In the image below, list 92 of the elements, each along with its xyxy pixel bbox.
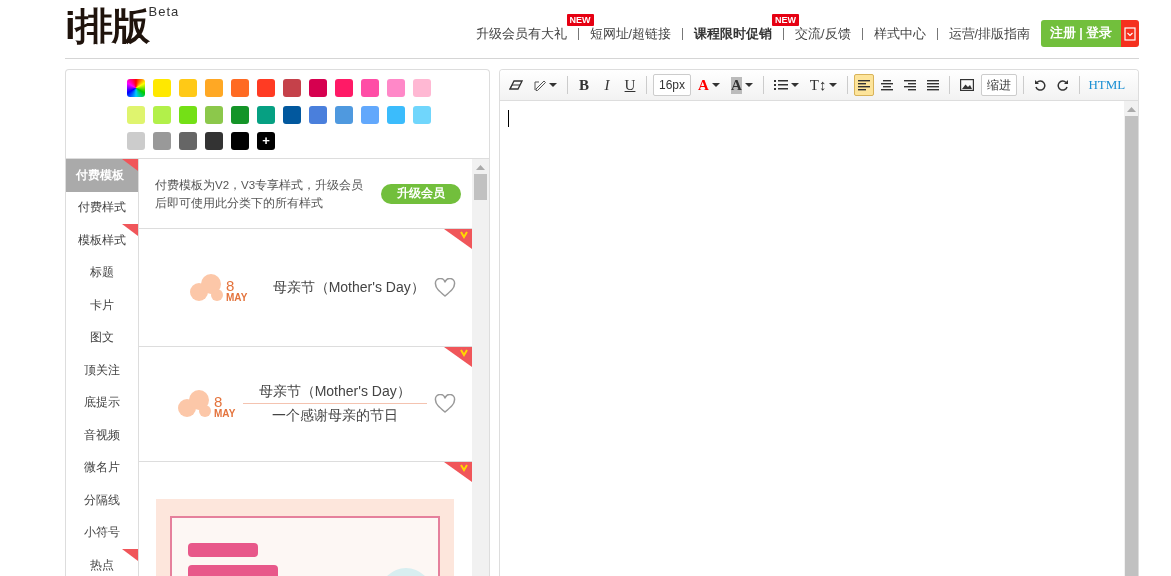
color-swatch[interactable] [127,132,145,151]
italic-button[interactable]: I [597,74,617,96]
nav-link[interactable]: 短网址/超链接 [589,27,672,40]
color-swatch[interactable] [283,79,301,97]
color-swatch[interactable] [361,105,379,124]
category-tab[interactable]: 顶关注 [66,354,138,387]
hot-corner-icon [122,159,138,171]
color-swatch[interactable] [413,79,431,97]
category-tab[interactable]: 热点 [66,549,138,576]
indent-button[interactable]: 缩进 [981,74,1018,96]
color-swatch[interactable] [387,79,405,97]
color-swatch[interactable] [309,79,327,97]
vip-corner-icon [444,347,472,367]
nav-link[interactable]: 运营/排版指南 [948,27,1030,40]
category-tab[interactable]: 图文 [66,321,138,354]
date-month: MAY [214,409,236,419]
color-swatch[interactable] [231,105,249,124]
color-swatch[interactable] [413,105,431,124]
color-swatch[interactable] [179,105,197,124]
color-swatch[interactable] [231,132,249,151]
pen-icon [534,79,546,91]
color-swatch[interactable] [205,105,223,124]
align-justify-icon [927,79,940,91]
category-tab[interactable]: 付费样式 [66,191,138,224]
color-swatch[interactable] [205,79,223,97]
underline-button[interactable]: U [620,74,640,96]
scroll-up-icon[interactable] [1126,107,1136,112]
scrollbar-thumb[interactable] [1124,116,1138,576]
nav-link[interactable]: 交流/反馈 [795,27,851,40]
list-icon [773,79,788,91]
color-swatch[interactable] [309,105,327,124]
notice-text: 付费模板为V2，V3专享样式，升级会员后即可使用此分类下的所有样式 [155,177,365,211]
bold-button[interactable]: B [574,74,594,96]
color-swatch[interactable] [153,105,171,124]
font-size-button[interactable]: 16px [653,74,692,96]
color-wheel-swatch[interactable] [127,79,145,97]
text-size-dropdown-button[interactable]: T↕ [805,74,842,96]
color-swatch[interactable] [257,79,275,97]
align-left-icon [858,79,871,91]
date-month: MAY [226,292,248,303]
color-swatch[interactable] [335,105,353,124]
category-tab[interactable]: 卡片 [66,289,138,322]
template-subtitle: 一个感谢母亲的节日 [271,407,398,425]
hot-corner-icon [122,549,138,561]
nav-link[interactable]: 样式中心 [873,27,926,40]
scrollbar-thumb[interactable] [474,174,487,200]
dropdown-icon [1124,26,1136,41]
color-swatch[interactable] [387,105,405,124]
text-cursor [508,110,509,127]
color-swatch[interactable] [283,105,301,124]
add-color-button[interactable]: + [257,132,275,151]
color-swatch[interactable] [205,132,223,151]
template-title: 母亲节（Mother's Day） [242,383,427,404]
hot-corner-icon [122,224,138,236]
date-day: 8 [226,277,235,293]
highlight-color-button[interactable]: A [726,74,757,96]
category-tab[interactable]: 小符号 [66,516,138,549]
heart-icon[interactable] [434,394,456,414]
date-day: 8 [214,394,223,409]
font-color-button[interactable]: A [694,74,724,96]
nav-link[interactable]: 升级会员有大礼 [475,27,567,40]
color-swatch[interactable] [361,79,379,97]
align-right-icon [904,79,917,91]
flower-drawing [189,272,225,303]
align-left-button[interactable] [854,74,875,96]
vip-corner-icon [444,229,472,249]
vip-corner-icon [444,462,472,482]
color-swatch[interactable] [335,79,353,97]
color-swatch[interactable] [179,79,197,97]
category-tab[interactable]: 分隔线 [66,484,138,517]
new-badge: NEW [772,13,800,26]
color-swatch[interactable] [153,79,171,97]
category-tab[interactable]: 标题 [66,256,138,289]
color-swatch[interactable] [257,105,275,124]
template-title: 母亲节（Mother's Day） [272,278,425,297]
color-swatch[interactable] [153,132,171,151]
flower-drawing [177,389,213,419]
category-tab[interactable]: 模板样式 [66,224,138,257]
category-tab[interactable]: 底提示 [66,386,138,419]
logo-wordmark[interactable]: i排版 [65,4,149,48]
scroll-up-icon[interactable] [476,165,485,170]
color-swatch[interactable] [231,79,249,97]
new-badge: NEW [566,13,594,26]
heart-icon[interactable] [434,277,456,298]
color-swatch[interactable] [179,132,197,151]
color-swatch[interactable] [127,105,145,124]
category-tab[interactable]: 微名片 [66,451,138,484]
dropdown-button[interactable] [1121,20,1139,47]
nav-link[interactable]: 课程限时促销 [694,27,773,40]
category-tab[interactable]: 音视频 [66,419,138,452]
align-center-icon [881,79,894,91]
beta-label: Beta [148,4,180,19]
